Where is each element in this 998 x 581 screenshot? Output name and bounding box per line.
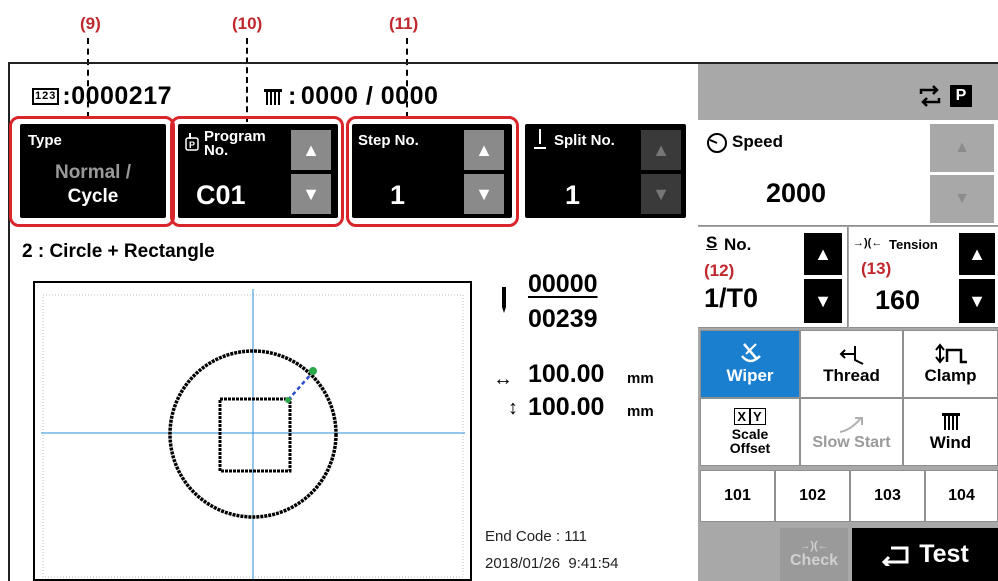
program-protect-icon[interactable]: P	[950, 85, 972, 107]
callout-9: (9)	[80, 14, 101, 33]
speed-gauge-icon	[707, 133, 727, 153]
type-cycle: Cycle	[67, 186, 119, 207]
slow-start-icon	[839, 417, 863, 433]
split-label: Split No.	[554, 132, 615, 149]
height-arrow-icon: ↕	[508, 397, 518, 419]
stitch-needle-icon	[497, 285, 511, 320]
program-box: P Program No. C01 ▲ ▼	[178, 124, 338, 218]
s-no-value: 1/T0	[704, 283, 759, 313]
wiper-button[interactable]: Wiper	[700, 330, 800, 398]
pattern-title: 2 : Circle + Rectangle	[22, 241, 215, 262]
thread-button[interactable]: Thread	[800, 330, 903, 398]
type-button[interactable]: Type Normal / Cycle	[20, 124, 166, 218]
wind-button[interactable]: Wind	[903, 398, 998, 466]
stitch-total: 00239	[528, 305, 598, 333]
width-value: 100.00	[528, 360, 605, 388]
stitch-current: 00000	[528, 270, 598, 298]
check-icon: →)(←	[799, 539, 829, 552]
speed-down-button[interactable]: ▼	[930, 175, 994, 223]
program-label: Program No.	[204, 128, 266, 159]
preset-104-button[interactable]: 104	[925, 470, 998, 522]
callout-12: (12)	[704, 261, 735, 280]
s-no-down-button[interactable]: ▼	[804, 279, 842, 323]
test-return-icon	[882, 546, 909, 566]
slow-start-button[interactable]: Slow Start	[800, 398, 903, 466]
counter-icon: 123	[32, 88, 60, 105]
callout-10: (10)	[232, 14, 263, 33]
bobbin-wind-icon	[941, 413, 960, 430]
datetime: 2018/01/26 9:41:54	[485, 555, 619, 572]
step-box: Step No. 1 ▲ ▼	[352, 124, 512, 218]
counter-display: 123 : 0000217	[32, 82, 172, 111]
tension-label: Tension	[889, 237, 938, 252]
counter-value: 0000217	[71, 82, 173, 110]
svg-text:P: P	[189, 140, 195, 150]
step-up-button[interactable]: ▲	[464, 130, 504, 170]
check-button[interactable]: →)(← Check	[780, 528, 848, 581]
split-value: 1	[565, 180, 581, 210]
s-no-icon: S	[706, 233, 718, 252]
speed-cell: Speed 2000 ▲ ▼	[698, 120, 998, 226]
split-down-button[interactable]: ▼	[641, 174, 681, 214]
xy-icon: XY	[734, 408, 766, 425]
program-hand-icon: P	[185, 133, 199, 151]
speed-up-button[interactable]: ▲	[930, 124, 994, 172]
end-code: End Code : 111	[485, 528, 588, 545]
tension-up-button[interactable]: ▲	[959, 233, 995, 275]
pattern-preview	[33, 281, 472, 581]
tension-down-button[interactable]: ▼	[959, 279, 995, 323]
height-unit: mm	[627, 403, 654, 420]
tension-cell: →)(← Tension (13) 160 ▲ ▼	[849, 227, 998, 328]
needle-icon	[534, 129, 546, 149]
thread-icon	[839, 346, 863, 365]
bobbin-counter-value: 0000 / 0000	[300, 82, 439, 110]
wiper-icon	[741, 343, 761, 363]
bobbin-counter-icon	[264, 88, 282, 105]
test-button[interactable]: Test	[852, 528, 998, 581]
speed-label: Speed	[732, 132, 784, 151]
preset-102-button[interactable]: 102	[775, 470, 850, 522]
pattern-canvas	[41, 289, 465, 579]
tension-value: 160	[875, 285, 921, 315]
split-box: Split No. 1 ▲ ▼	[525, 124, 686, 218]
step-down-button[interactable]: ▼	[464, 174, 504, 214]
s-no-up-button[interactable]: ▲	[804, 233, 842, 275]
width-arrow-icon: ↔	[493, 368, 513, 390]
height-value: 100.00	[528, 393, 605, 421]
scale-offset-button[interactable]: XY Scale Offset	[700, 398, 800, 466]
speed-value: 2000	[766, 178, 827, 208]
program-down-button[interactable]: ▼	[291, 174, 331, 214]
preset-103-button[interactable]: 103	[850, 470, 925, 522]
step-label: Step No.	[358, 132, 419, 149]
width-unit: mm	[627, 370, 654, 387]
cycle-mode-icon[interactable]	[917, 84, 943, 113]
s-no-cell: S No. (12) 1/T0 ▲ ▼	[698, 227, 848, 328]
callout-13: (13)	[861, 259, 892, 278]
s-no-label: No.	[724, 235, 752, 254]
program-up-button[interactable]: ▲	[291, 130, 331, 170]
program-value: C01	[196, 180, 246, 210]
callout-11: (11)	[389, 14, 419, 33]
split-up-button[interactable]: ▲	[641, 130, 681, 170]
bobbin-counter-display: : 0000 / 0000	[262, 82, 438, 111]
preset-101-button[interactable]: 101	[700, 470, 775, 522]
step-value: 1	[390, 180, 406, 210]
type-normal: Normal /	[54, 162, 132, 183]
tension-icon: →)(←	[853, 237, 883, 249]
clamp-icon	[934, 343, 967, 364]
clamp-button[interactable]: Clamp	[903, 330, 998, 398]
